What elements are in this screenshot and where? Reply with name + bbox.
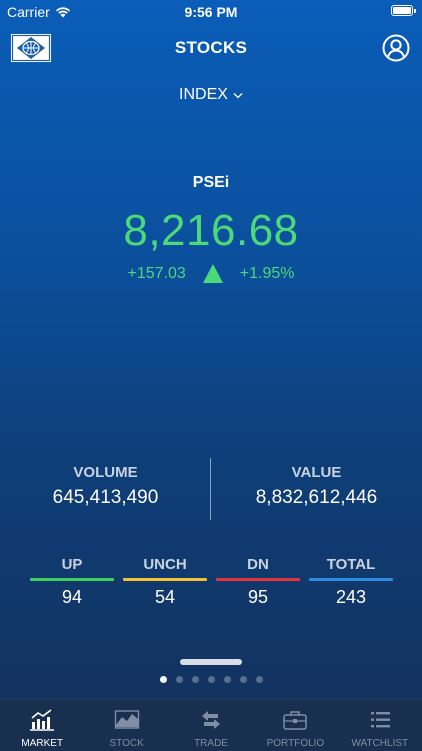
- value-label: VALUE: [291, 464, 342, 481]
- page-dot[interactable]: [207, 676, 215, 683]
- breadth-value: 54: [154, 587, 176, 607]
- page-dot[interactable]: [159, 676, 167, 683]
- tab-label: STOCK: [109, 738, 144, 749]
- tab-trade[interactable]: TRADE: [169, 700, 253, 751]
- battery-icon: [391, 5, 416, 16]
- volume-label: VOLUME: [73, 464, 138, 481]
- page-dot[interactable]: [191, 676, 199, 683]
- market-icon: [30, 709, 55, 731]
- index-change: +157.03: [127, 264, 186, 282]
- breadth-unch: UNCH 54: [123, 556, 207, 608]
- volume-stat: VOLUME 645,413,490: [0, 464, 211, 509]
- tab-stock[interactable]: STOCK: [84, 700, 168, 751]
- tab-market[interactable]: MARKET: [0, 700, 84, 751]
- index-percent: +1.95%: [239, 264, 295, 282]
- breadth-bar: [216, 578, 300, 581]
- tab-label: TRADE: [194, 738, 228, 749]
- breadth-bar: [123, 578, 207, 581]
- tab-bar: MARKET STOCK TRADE PORTFOLIO WATCHLIST: [0, 699, 422, 751]
- status-bar: Carrier 9:56 PM: [0, 0, 422, 22]
- watchlist-icon: [370, 712, 390, 728]
- page-indicator[interactable]: [0, 676, 422, 683]
- page-dot[interactable]: [175, 676, 183, 683]
- breadth-total: TOTAL 243: [309, 556, 393, 608]
- value-stat: VALUE 8,832,612,446: [211, 464, 422, 509]
- breadth-label: TOTAL: [326, 556, 376, 573]
- page-dot[interactable]: [223, 676, 231, 683]
- dropdown-label: INDEX: [179, 86, 228, 104]
- value-value: 8,832,612,446: [255, 487, 378, 508]
- stock-icon: [114, 710, 139, 729]
- tab-label: WATCHLIST: [351, 738, 409, 749]
- clock: 9:56 PM: [184, 4, 238, 20]
- breadth-label: UNCH: [143, 556, 187, 573]
- page-dot[interactable]: [255, 676, 263, 683]
- page-title: STOCKS: [174, 38, 248, 57]
- portfolio-icon: [283, 711, 308, 730]
- up-arrow-icon: [202, 264, 223, 283]
- market-stats: VOLUME 645,413,490 VALUE 8,832,612,446: [0, 458, 422, 520]
- tab-label: MARKET: [21, 738, 64, 749]
- profile-icon[interactable]: [382, 34, 410, 62]
- trade-icon: [202, 711, 221, 729]
- breadth-up: UP 94: [30, 556, 114, 608]
- page-dot[interactable]: [239, 676, 247, 683]
- breadth-value: 94: [61, 587, 83, 607]
- volume-value: 645,413,490: [52, 487, 159, 508]
- index-change-row: +157.03 +1.95%: [0, 264, 422, 283]
- breadth-label: DN: [247, 556, 269, 573]
- battery-fill: [393, 7, 411, 14]
- index-dropdown[interactable]: INDEX: [0, 86, 422, 104]
- breadth-dn: DN 95: [216, 556, 300, 608]
- breadth-label: UP: [61, 556, 83, 573]
- breadth-bar: [30, 578, 114, 581]
- breadth-bar: [309, 578, 393, 581]
- breadth-value: 95: [247, 587, 269, 607]
- chevron-down-icon: [233, 86, 243, 104]
- index-name: PSEi: [192, 174, 230, 191]
- tab-label: PORTFOLIO: [266, 738, 325, 749]
- tab-portfolio[interactable]: PORTFOLIO: [253, 700, 337, 751]
- breadth-value: 243: [335, 587, 367, 607]
- tab-watchlist[interactable]: WATCHLIST: [338, 700, 422, 751]
- drag-handle[interactable]: [180, 659, 242, 665]
- index-value: 8,216.68: [123, 206, 299, 255]
